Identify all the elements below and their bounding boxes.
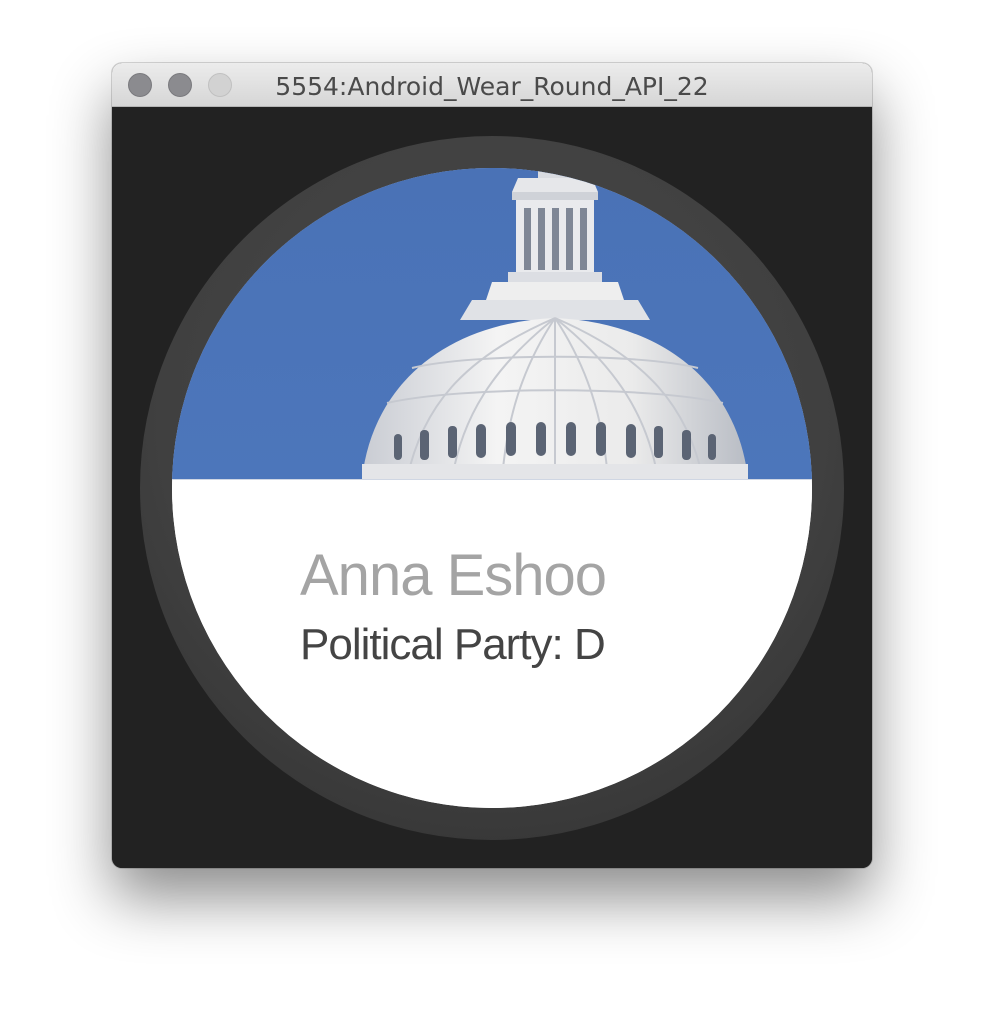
watch-screen[interactable]: Anna Eshoo Political Party: D (172, 168, 812, 808)
emulator-window: 5554:Android_Wear_Round_API_22 Anna Esho… (112, 63, 872, 868)
representative-name: Anna Eshoo (300, 543, 607, 608)
emulator-display: Anna Eshoo Political Party: D (112, 107, 872, 868)
window-title: 5554:Android_Wear_Round_API_22 (275, 72, 709, 101)
title-bar[interactable]: 5554:Android_Wear_Round_API_22 (112, 63, 872, 107)
watch-bezel: Anna Eshoo Political Party: D (140, 136, 844, 840)
capitol-dome-image (172, 168, 812, 479)
political-party: Political Party: D (300, 620, 606, 669)
representative-card[interactable]: Anna Eshoo Political Party: D (172, 479, 812, 808)
